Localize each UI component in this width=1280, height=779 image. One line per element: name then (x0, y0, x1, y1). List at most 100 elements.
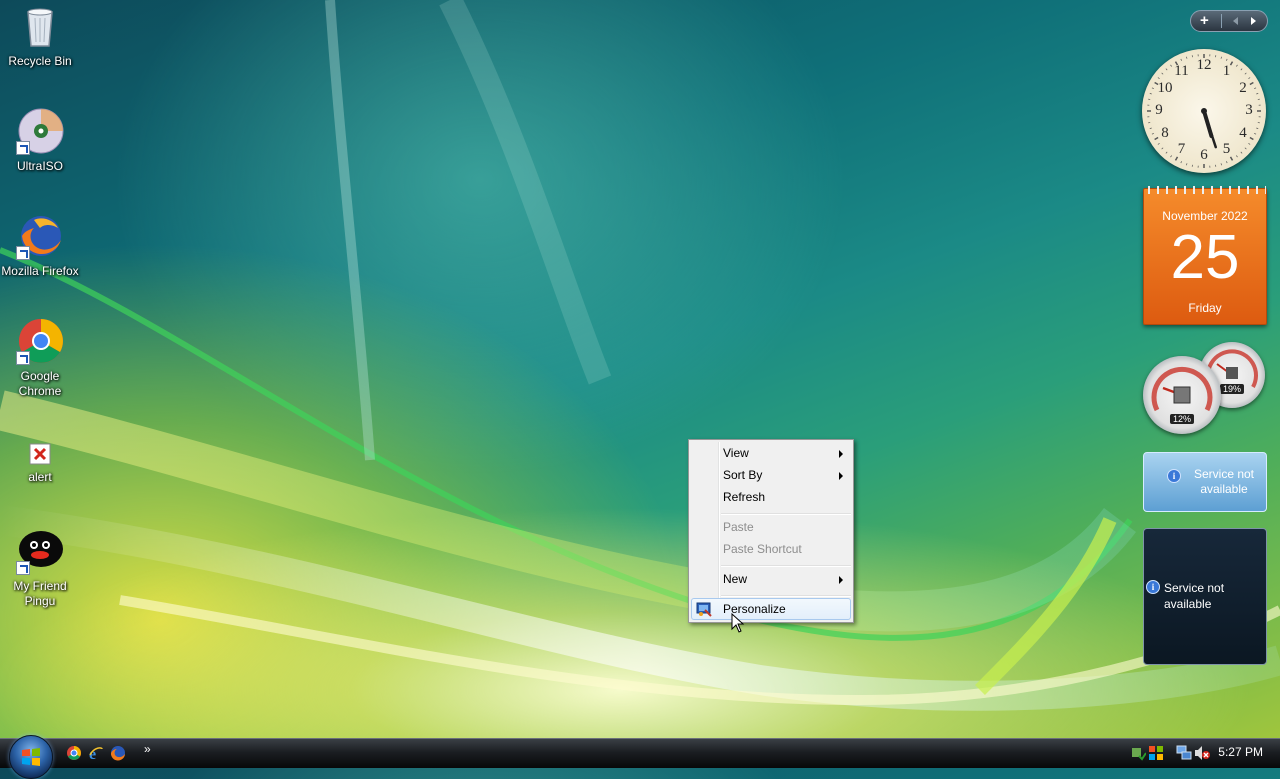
feed-headlines-gadget-large[interactable]: i Service not available (1143, 528, 1267, 665)
clock-tick (1221, 163, 1222, 165)
feed-status-message: Service not available (1164, 580, 1264, 612)
desktop-icon-alert[interactable]: alert (0, 442, 80, 485)
menu-item-label: Paste Shortcut (723, 542, 802, 556)
calendar-gadget[interactable]: November 2022 25 Friday (1143, 188, 1267, 325)
shortcut-arrow-icon (16, 351, 30, 365)
desktop-icon-chrome[interactable]: Google Chrome (0, 317, 80, 399)
calendar-rings (1144, 186, 1266, 194)
personalize-icon (696, 601, 712, 623)
menu-separator (721, 595, 851, 597)
menu-item-view[interactable]: View (691, 442, 851, 464)
add-gadget-icon[interactable]: + (1200, 12, 1209, 30)
desktop-icon-pingu[interactable]: My Friend Pingu (0, 527, 80, 609)
menu-item-label: Paste (723, 520, 754, 534)
clock-tick (1226, 161, 1227, 163)
clock-numeral: 10 (1155, 80, 1175, 97)
clock-numeral: 11 (1172, 63, 1192, 80)
desktop-icon-firefox[interactable]: Mozilla Firefox (0, 212, 80, 279)
clock-tick (1256, 93, 1258, 94)
info-icon: i (1146, 580, 1160, 594)
clock-tick (1226, 59, 1227, 61)
clock-tick (1166, 69, 1167, 70)
clock-tick (1248, 143, 1250, 144)
desktop-icon-ultraiso[interactable]: UltraISO (0, 107, 80, 174)
menu-item-paste-shortcut[interactable]: Paste Shortcut (691, 538, 851, 560)
clock-tick (1162, 148, 1163, 149)
clock-tick (1152, 88, 1154, 89)
clock-tick (1162, 73, 1163, 74)
taskbar-clock[interactable]: 5:27 PM (1218, 745, 1263, 759)
clock-tick (1245, 73, 1246, 74)
pingu-icon (16, 527, 64, 575)
feed-headlines-gadget-small[interactable]: i Service not available (1143, 452, 1267, 512)
quick-launch-overflow-icon[interactable]: » (144, 742, 151, 756)
desktop-icon-label: Google Chrome (0, 369, 80, 399)
recycle-bin-icon (16, 2, 64, 50)
alert-icon (28, 442, 52, 466)
shortcut-arrow-icon (16, 561, 30, 575)
clock-numeral: 4 (1233, 125, 1253, 142)
internet-explorer-icon[interactable]: e (88, 745, 104, 764)
sidebar-controls: + (1190, 10, 1268, 32)
start-button[interactable] (9, 735, 53, 779)
clock-numeral: 1 (1217, 63, 1237, 80)
menu-item-new[interactable]: New (691, 568, 851, 590)
desktop-icon-label: UltraISO (0, 159, 80, 174)
menu-item-paste[interactable]: Paste (691, 516, 851, 538)
clock-tick (1181, 59, 1182, 61)
desktop-context-menu: View Sort By Refresh Paste Paste Shortcu… (688, 439, 854, 623)
menu-item-label: Refresh (723, 490, 765, 504)
clock-numeral: 2 (1233, 80, 1253, 97)
menu-item-personalize[interactable]: Personalize (691, 598, 851, 620)
clock-numeral: 3 (1239, 102, 1259, 119)
clock-tick (1241, 152, 1242, 153)
network-icon[interactable] (1176, 745, 1192, 764)
clock-numeral: 7 (1172, 141, 1192, 158)
shortcut-arrow-icon (16, 141, 30, 155)
clock-numeral: 12 (1194, 57, 1214, 74)
clock-tick (1245, 148, 1246, 149)
menu-separator (721, 513, 851, 515)
control-divider (1221, 14, 1222, 28)
submenu-arrow-icon (839, 450, 843, 458)
clock-gadget[interactable]: 121234567891011 (1142, 49, 1266, 173)
menu-item-label: View (723, 446, 749, 460)
menu-item-label: Sort By (723, 468, 762, 482)
taskbar: e » (0, 738, 1280, 768)
chrome-icon (16, 317, 64, 365)
clock-tick (1186, 163, 1187, 165)
memory-percent: 19% (1220, 384, 1244, 394)
clock-tick (1254, 88, 1256, 89)
clock-numeral: 9 (1149, 102, 1169, 119)
menu-item-sort-by[interactable]: Sort By (691, 464, 851, 486)
calendar-month-year: November 2022 (1144, 209, 1266, 223)
clock-tick (1241, 69, 1242, 70)
minute-hand (1204, 111, 1216, 147)
safely-remove-hardware-icon[interactable] (1130, 745, 1146, 764)
chrome-icon[interactable] (66, 745, 82, 764)
clock-tick (1221, 57, 1222, 59)
volume-muted-icon[interactable] (1194, 745, 1210, 764)
clock-numeral: 8 (1155, 125, 1175, 142)
desktop-icon-recycle-bin[interactable]: Recycle Bin (0, 2, 80, 69)
clock-tick (1254, 133, 1256, 134)
windows-update-icon[interactable] (1148, 745, 1164, 764)
desktop-icon-label: Recycle Bin (0, 54, 80, 69)
menu-separator (721, 565, 851, 567)
next-page-icon[interactable] (1251, 17, 1256, 25)
calendar-weekday: Friday (1144, 301, 1266, 315)
calendar-day: 25 (1144, 227, 1266, 289)
shortcut-arrow-icon (16, 246, 30, 260)
clock-tick (1236, 65, 1237, 67)
menu-item-refresh[interactable]: Refresh (691, 486, 851, 508)
previous-page-icon[interactable] (1233, 17, 1238, 25)
clock-tick (1158, 143, 1160, 144)
clock-tick (1150, 128, 1152, 129)
submenu-arrow-icon (839, 472, 843, 480)
desktop-icon-label: alert (0, 470, 80, 485)
clock-tick (1166, 152, 1167, 153)
firefox-icon[interactable] (110, 745, 126, 764)
ultraiso-icon (16, 107, 64, 155)
info-icon: i (1167, 469, 1181, 483)
mouse-cursor-icon (731, 613, 745, 633)
